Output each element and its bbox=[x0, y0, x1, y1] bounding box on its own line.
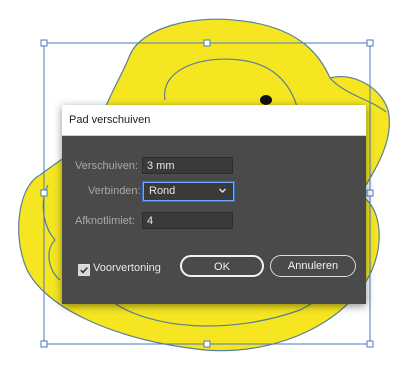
checkmark-icon bbox=[80, 267, 88, 274]
join-select[interactable]: Rond bbox=[143, 182, 234, 201]
miter-limit-value: 4 bbox=[147, 215, 154, 227]
cancel-button-label: Annuleren bbox=[287, 260, 339, 272]
ok-button[interactable]: OK bbox=[180, 255, 264, 277]
offset-input[interactable]: 3 mm bbox=[142, 157, 233, 174]
miter-limit-label: Afknotlimiet: bbox=[75, 215, 135, 227]
preview-label: Voorvertoning bbox=[93, 262, 161, 274]
join-label: Verbinden: bbox=[88, 185, 141, 197]
offset-label: Verschuiven: bbox=[75, 160, 138, 172]
offset-path-dialog: Pad verschuiven Verschuiven: 3 mm Verbin… bbox=[62, 105, 366, 304]
offset-value: 3 mm bbox=[147, 160, 175, 172]
handle-middle-right[interactable] bbox=[366, 189, 374, 197]
dialog-titlebar[interactable]: Pad verschuiven bbox=[62, 105, 366, 136]
handle-top-left[interactable] bbox=[40, 39, 48, 47]
ok-button-label: OK bbox=[214, 261, 230, 273]
handle-bottom-left[interactable] bbox=[40, 340, 48, 348]
handle-bottom-center[interactable] bbox=[203, 340, 211, 348]
handle-middle-left[interactable] bbox=[40, 189, 48, 197]
duck-eye bbox=[260, 95, 272, 105]
preview-checkbox[interactable] bbox=[78, 264, 90, 276]
join-value: Rond bbox=[149, 185, 176, 197]
dialog-title: Pad verschuiven bbox=[69, 114, 151, 126]
handle-top-center[interactable] bbox=[203, 39, 211, 47]
miter-limit-input[interactable]: 4 bbox=[142, 212, 233, 229]
cancel-button[interactable]: Annuleren bbox=[270, 255, 356, 277]
chevron-down-icon bbox=[219, 188, 226, 193]
handle-top-right[interactable] bbox=[366, 39, 374, 47]
handle-bottom-right[interactable] bbox=[366, 340, 374, 348]
